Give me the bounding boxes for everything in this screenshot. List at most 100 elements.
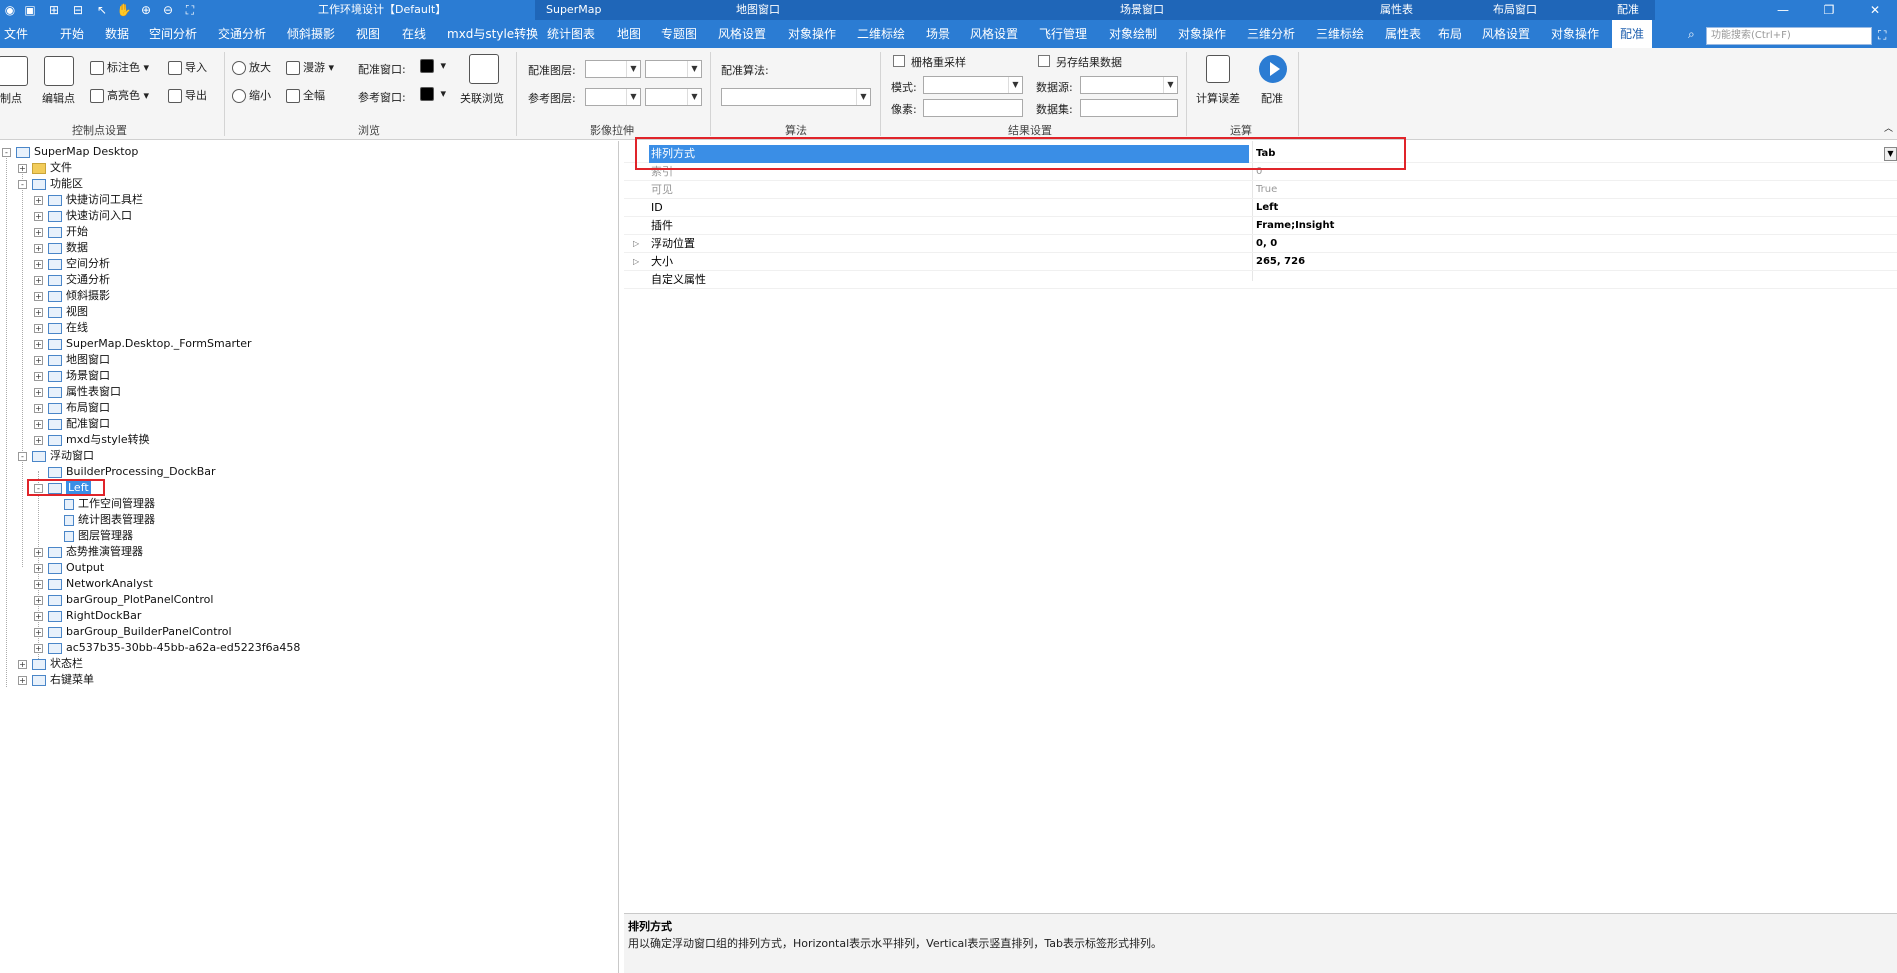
mode-combo[interactable]: ▼ bbox=[923, 76, 1023, 94]
tree-item[interactable]: + 快捷访问工具栏 bbox=[34, 192, 143, 208]
calculator-icon[interactable] bbox=[1206, 55, 1230, 83]
expand-icon[interactable]: + bbox=[34, 643, 43, 653]
expand-icon[interactable]: + bbox=[34, 419, 43, 429]
expand-icon[interactable]: + bbox=[34, 611, 43, 621]
tree-item[interactable]: + ac537b35-30bb-45bb-a62a-ed5223f6a458 bbox=[34, 640, 300, 656]
tab-attribute-table[interactable]: 属性表 bbox=[1385, 20, 1421, 48]
tree-item[interactable]: + barGroup_PlotPanelControl bbox=[34, 592, 213, 608]
tab-flight-management[interactable]: 飞行管理 bbox=[1039, 20, 1087, 48]
registration-stretch-combo[interactable]: ▼ bbox=[645, 60, 702, 78]
collapse-icon[interactable]: - bbox=[18, 179, 27, 189]
tab-scene[interactable]: 场景 bbox=[926, 20, 950, 48]
new-window-icon[interactable]: ⊞ bbox=[46, 2, 62, 18]
expand-icon[interactable]: + bbox=[34, 259, 43, 269]
resample-checkbox[interactable] bbox=[893, 55, 905, 67]
highlight-color-button[interactable]: 高亮色 ▾ bbox=[90, 87, 149, 103]
property-row[interactable]: ▷ 浮动位置 0, 0 bbox=[624, 235, 1897, 253]
tab-layout[interactable]: 布局 bbox=[1438, 20, 1462, 48]
tab-start[interactable]: 开始 bbox=[60, 20, 84, 48]
expand-icon[interactable]: + bbox=[34, 595, 43, 605]
expand-icon[interactable]: + bbox=[34, 211, 43, 221]
tab-data[interactable]: 数据 bbox=[105, 20, 129, 48]
expand-icon[interactable]: + bbox=[18, 675, 27, 685]
tree-item[interactable]: + 数据 bbox=[34, 240, 88, 256]
expand-icon[interactable]: + bbox=[34, 387, 43, 397]
registration-layer-combo[interactable]: ▼ bbox=[585, 60, 641, 78]
play-icon[interactable] bbox=[1259, 55, 1287, 83]
collapse-icon[interactable]: - bbox=[18, 451, 27, 461]
property-row[interactable]: 可见 True bbox=[624, 181, 1897, 199]
property-row[interactable]: ID Left bbox=[624, 199, 1897, 217]
expand-icon[interactable]: + bbox=[34, 243, 43, 253]
tab-3d-plotting[interactable]: 三维标绘 bbox=[1316, 20, 1364, 48]
close-icon[interactable]: ✕ bbox=[1852, 0, 1897, 20]
import-button[interactable]: 导入 bbox=[168, 59, 207, 75]
pan-hand-icon[interactable]: ✋ bbox=[116, 2, 132, 18]
restore-icon[interactable]: ❐ bbox=[1806, 0, 1852, 20]
search-icon[interactable]: ⌕ bbox=[1688, 27, 1695, 42]
tab-3d-analysis[interactable]: 三维分析 bbox=[1247, 20, 1295, 48]
tab-object-operations-1[interactable]: 对象操作 bbox=[788, 20, 836, 48]
tree-item[interactable]: + NetworkAnalyst bbox=[34, 576, 153, 592]
linked-browse-icon[interactable] bbox=[469, 54, 499, 84]
tree-item[interactable]: + mxd与style转换 bbox=[34, 432, 150, 448]
save-icon[interactable]: ▣ bbox=[22, 2, 38, 18]
expand-icon[interactable]: + bbox=[34, 371, 43, 381]
tree-item[interactable]: + 文件 bbox=[18, 160, 72, 176]
export-button[interactable]: 导出 bbox=[168, 87, 207, 103]
expand-arrow-icon[interactable]: ▷ bbox=[633, 253, 639, 271]
expand-icon[interactable]: + bbox=[34, 307, 43, 317]
app-logo-icon[interactable]: ◉ bbox=[2, 2, 18, 18]
tab-map[interactable]: 地图 bbox=[617, 20, 641, 48]
expand-icon[interactable]: + bbox=[34, 563, 43, 573]
tree-item[interactable]: + Output bbox=[34, 560, 104, 576]
expand-icon[interactable]: + bbox=[34, 579, 43, 589]
tree-item[interactable]: + 视图 bbox=[34, 304, 88, 320]
tree-item[interactable]: + 地图窗口 bbox=[34, 352, 110, 368]
tree-item[interactable]: + barGroup_BuilderPanelControl bbox=[34, 624, 232, 640]
tree-item[interactable]: + 属性表窗口 bbox=[34, 384, 121, 400]
expand-icon[interactable]: + bbox=[34, 339, 43, 349]
algorithm-combo[interactable]: ▼ bbox=[721, 88, 871, 106]
expand-icon[interactable]: + bbox=[34, 275, 43, 285]
tab-statistics-chart[interactable]: 统计图表 bbox=[547, 20, 595, 48]
tab-object-operations-3[interactable]: 对象操作 bbox=[1551, 20, 1599, 48]
datasource-combo[interactable]: ▼ bbox=[1080, 76, 1178, 94]
tree-item[interactable]: + 快速访问入口 bbox=[34, 208, 132, 224]
tab-registration[interactable]: 配准 bbox=[1612, 20, 1653, 48]
tree-item[interactable]: 工作空间管理器 bbox=[50, 496, 155, 512]
expand-icon[interactable]: + bbox=[34, 627, 43, 637]
fullscreen-icon[interactable]: ⛶ bbox=[1878, 28, 1886, 43]
tree-item[interactable]: + 开始 bbox=[34, 224, 88, 240]
select-icon[interactable]: ↖ bbox=[94, 2, 110, 18]
tree-item[interactable]: 图层管理器 bbox=[50, 528, 133, 544]
tree-item[interactable]: + 在线 bbox=[34, 320, 88, 336]
tab-thematic-map[interactable]: 专题图 bbox=[661, 20, 697, 48]
tree-item[interactable]: + RightDockBar bbox=[34, 608, 141, 624]
tab-style-settings-3[interactable]: 风格设置 bbox=[1482, 20, 1530, 48]
function-search-input[interactable]: 功能搜索(Ctrl+F) bbox=[1706, 27, 1872, 45]
tab-style-settings-1[interactable]: 风格设置 bbox=[718, 20, 766, 48]
dataset-input[interactable] bbox=[1080, 99, 1178, 117]
reference-layer-combo[interactable]: ▼ bbox=[585, 88, 641, 106]
expand-icon[interactable]: + bbox=[34, 403, 43, 413]
tree-item[interactable]: + 状态栏 bbox=[18, 656, 83, 672]
zoom-out-button[interactable]: 缩小 bbox=[232, 87, 271, 103]
tree-item[interactable]: 统计图表管理器 bbox=[50, 512, 155, 528]
tab-online[interactable]: 在线 bbox=[402, 20, 426, 48]
zoom-in-button[interactable]: 放大 bbox=[232, 59, 271, 75]
tree-item[interactable]: + 布局窗口 bbox=[34, 400, 110, 416]
tab-spatial-analysis[interactable]: 空间分析 bbox=[149, 20, 197, 48]
tree-item[interactable]: + 配准窗口 bbox=[34, 416, 110, 432]
tree-item[interactable]: + 场景窗口 bbox=[34, 368, 110, 384]
linked-browse-button[interactable]: 关联浏览 bbox=[460, 90, 504, 106]
property-row[interactable]: 插件 Frame;Insight bbox=[624, 217, 1897, 235]
edit-point-button[interactable]: 编辑点 bbox=[42, 90, 75, 106]
tab-object-drawing[interactable]: 对象绘制 bbox=[1109, 20, 1157, 48]
zoom-in-icon[interactable]: ⊕ bbox=[138, 2, 154, 18]
zoom-out-icon[interactable]: ⊖ bbox=[160, 2, 176, 18]
value-dropdown-button[interactable]: ▼ bbox=[1884, 147, 1897, 161]
control-point-button[interactable]: 制点 bbox=[0, 90, 22, 106]
expand-icon[interactable]: + bbox=[34, 291, 43, 301]
registration-window-color[interactable]: ▾ bbox=[420, 59, 446, 73]
